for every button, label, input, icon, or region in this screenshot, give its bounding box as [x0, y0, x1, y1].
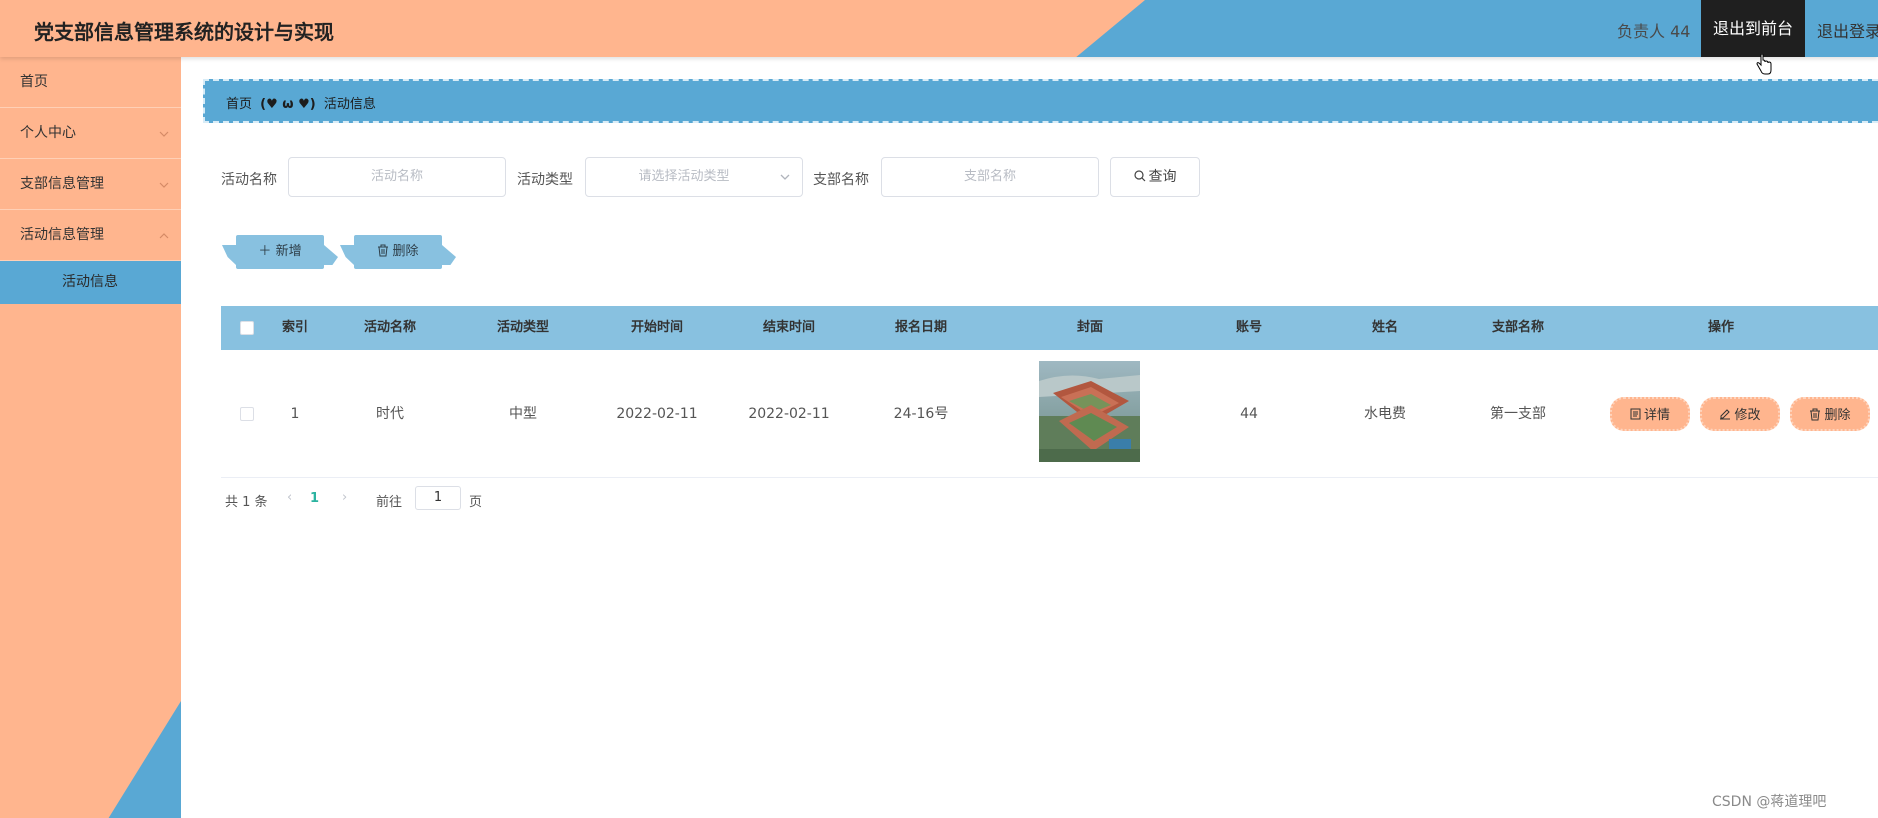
delete-batch-button[interactable]: 删除: [340, 235, 456, 269]
col-start-time: 开始时间: [630, 320, 683, 335]
top-header: 党支部信息管理系统的设计与实现 负责人 44 退出到前台 退出登录: [0, 0, 1878, 57]
breadcrumb-current: 活动信息: [323, 97, 376, 112]
sidebar-item-activity-management[interactable]: 活动信息管理: [0, 210, 181, 261]
pencil-icon: [1720, 409, 1731, 420]
branch-name-input[interactable]: 支部名称: [881, 157, 1099, 197]
table-header: 索引 活动名称 活动类型 开始时间 结束时间 报名日期 封面 账号 姓名 支部名…: [221, 306, 1878, 350]
query-button-label: 查询: [1148, 169, 1177, 185]
chevron-down-icon: [159, 182, 169, 188]
col-account: 账号: [1235, 320, 1262, 335]
delete-row-button[interactable]: 删除: [1790, 397, 1870, 431]
breadcrumb: 首页 (♥ ω ♥) 活动信息: [203, 79, 1878, 123]
query-button[interactable]: 查询: [1110, 157, 1200, 197]
edit-button[interactable]: 修改: [1700, 397, 1780, 431]
hand-cursor-icon: [1756, 54, 1772, 75]
cell-signup-date: 24-16号: [893, 406, 949, 422]
col-activity-type: 活动类型: [496, 320, 549, 335]
cell-person-name: 水电费: [1364, 406, 1406, 422]
sidebar-item-label: 活动信息管理: [20, 227, 104, 243]
sidebar-item-home[interactable]: 首页: [0, 57, 181, 108]
activity-name-input[interactable]: 活动名称: [288, 157, 506, 197]
page-number-current[interactable]: 1: [310, 491, 319, 506]
detail-button[interactable]: 详情: [1610, 397, 1690, 431]
logout-button[interactable]: 退出登录: [1817, 18, 1878, 42]
col-person-name: 姓名: [1371, 320, 1398, 335]
breadcrumb-separator: (♥ ω ♥): [260, 97, 316, 112]
cover-image: [1039, 361, 1140, 462]
activity-table: 索引 活动名称 活动类型 开始时间 结束时间 报名日期 封面 账号 姓名 支部名…: [221, 306, 1878, 478]
cell-branch-name: 第一支部: [1490, 406, 1546, 422]
delete-row-button-label: 删除: [1824, 408, 1851, 423]
csdn-watermark: CSDN @蒋道理吧: [1712, 794, 1827, 810]
sidebar-item-label: 首页: [20, 74, 48, 90]
sidebar-item-label: 支部信息管理: [20, 176, 104, 192]
breadcrumb-home[interactable]: 首页: [226, 97, 252, 112]
activity-type-select[interactable]: 请选择活动类型: [585, 157, 803, 197]
col-signup-date: 报名日期: [894, 320, 947, 335]
sidebar-subitem-activity-info[interactable]: 活动信息: [0, 261, 181, 304]
sidebar-item-label: 个人中心: [20, 125, 76, 141]
col-branch-name: 支部名称: [1491, 320, 1544, 335]
chevron-down-icon: [159, 131, 169, 137]
sidebar-item-personal-center[interactable]: 个人中心: [0, 108, 181, 159]
delete-button-label: 删除: [392, 244, 419, 259]
search-icon: [1133, 170, 1145, 182]
row-checkbox[interactable]: [240, 407, 254, 421]
goto-label: 前往: [376, 495, 403, 510]
table-row: 1 时代 中型 2022-02-11 2022-02-11 24-16号 44 …: [221, 350, 1878, 478]
current-user-label: 负责人 44: [1617, 22, 1691, 41]
activity-type-label: 活动类型: [517, 172, 573, 188]
col-cover: 封面: [1076, 320, 1103, 335]
trash-icon: [1810, 408, 1821, 421]
chevron-up-icon: [159, 233, 169, 239]
cell-activity-name: 时代: [376, 406, 404, 422]
col-operations: 操作: [1707, 320, 1734, 335]
page-suffix: 页: [469, 495, 483, 510]
cell-start-time: 2022-02-11: [616, 406, 698, 422]
chevron-down-icon: [780, 174, 790, 180]
app-title: 党支部信息管理系统的设计与实现: [34, 20, 334, 44]
branch-name-label: 支部名称: [813, 172, 869, 188]
activity-name-label: 活动名称: [221, 172, 277, 188]
prev-page-icon[interactable]: ‹: [287, 490, 292, 505]
col-activity-name: 活动名称: [363, 320, 416, 335]
sidebar: 首页 个人中心 支部信息管理 活动信息管理 活动信息: [0, 57, 181, 818]
detail-button-label: 详情: [1643, 408, 1670, 423]
add-button[interactable]: ＋ 新增: [222, 235, 338, 269]
pagination-total: 共 1 条: [225, 495, 268, 510]
main-content: 首页 (♥ ω ♥) 活动信息 活动名称 活动名称 活动类型 请选择活动类型 支…: [181, 57, 1878, 818]
cell-end-time: 2022-02-11: [748, 406, 830, 422]
plus-icon: ＋: [258, 244, 272, 259]
next-page-icon[interactable]: ›: [342, 490, 347, 505]
select-all-checkbox[interactable]: [240, 321, 254, 335]
sidebar-corner-decoration: [0, 701, 181, 818]
cell-account: 44: [1240, 406, 1258, 422]
col-end-time: 结束时间: [762, 320, 815, 335]
cell-index: 1: [290, 406, 300, 422]
sidebar-item-branch-management[interactable]: 支部信息管理: [0, 159, 181, 210]
trash-icon: [378, 244, 389, 257]
document-icon: [1630, 408, 1641, 420]
edit-button-label: 修改: [1734, 408, 1761, 423]
goto-page-input[interactable]: 1: [415, 486, 461, 510]
exit-to-frontend-button[interactable]: 退出到前台: [1701, 0, 1805, 57]
add-button-label: 新增: [275, 244, 302, 259]
cell-activity-type: 中型: [509, 406, 537, 422]
col-index: 索引: [281, 320, 308, 335]
